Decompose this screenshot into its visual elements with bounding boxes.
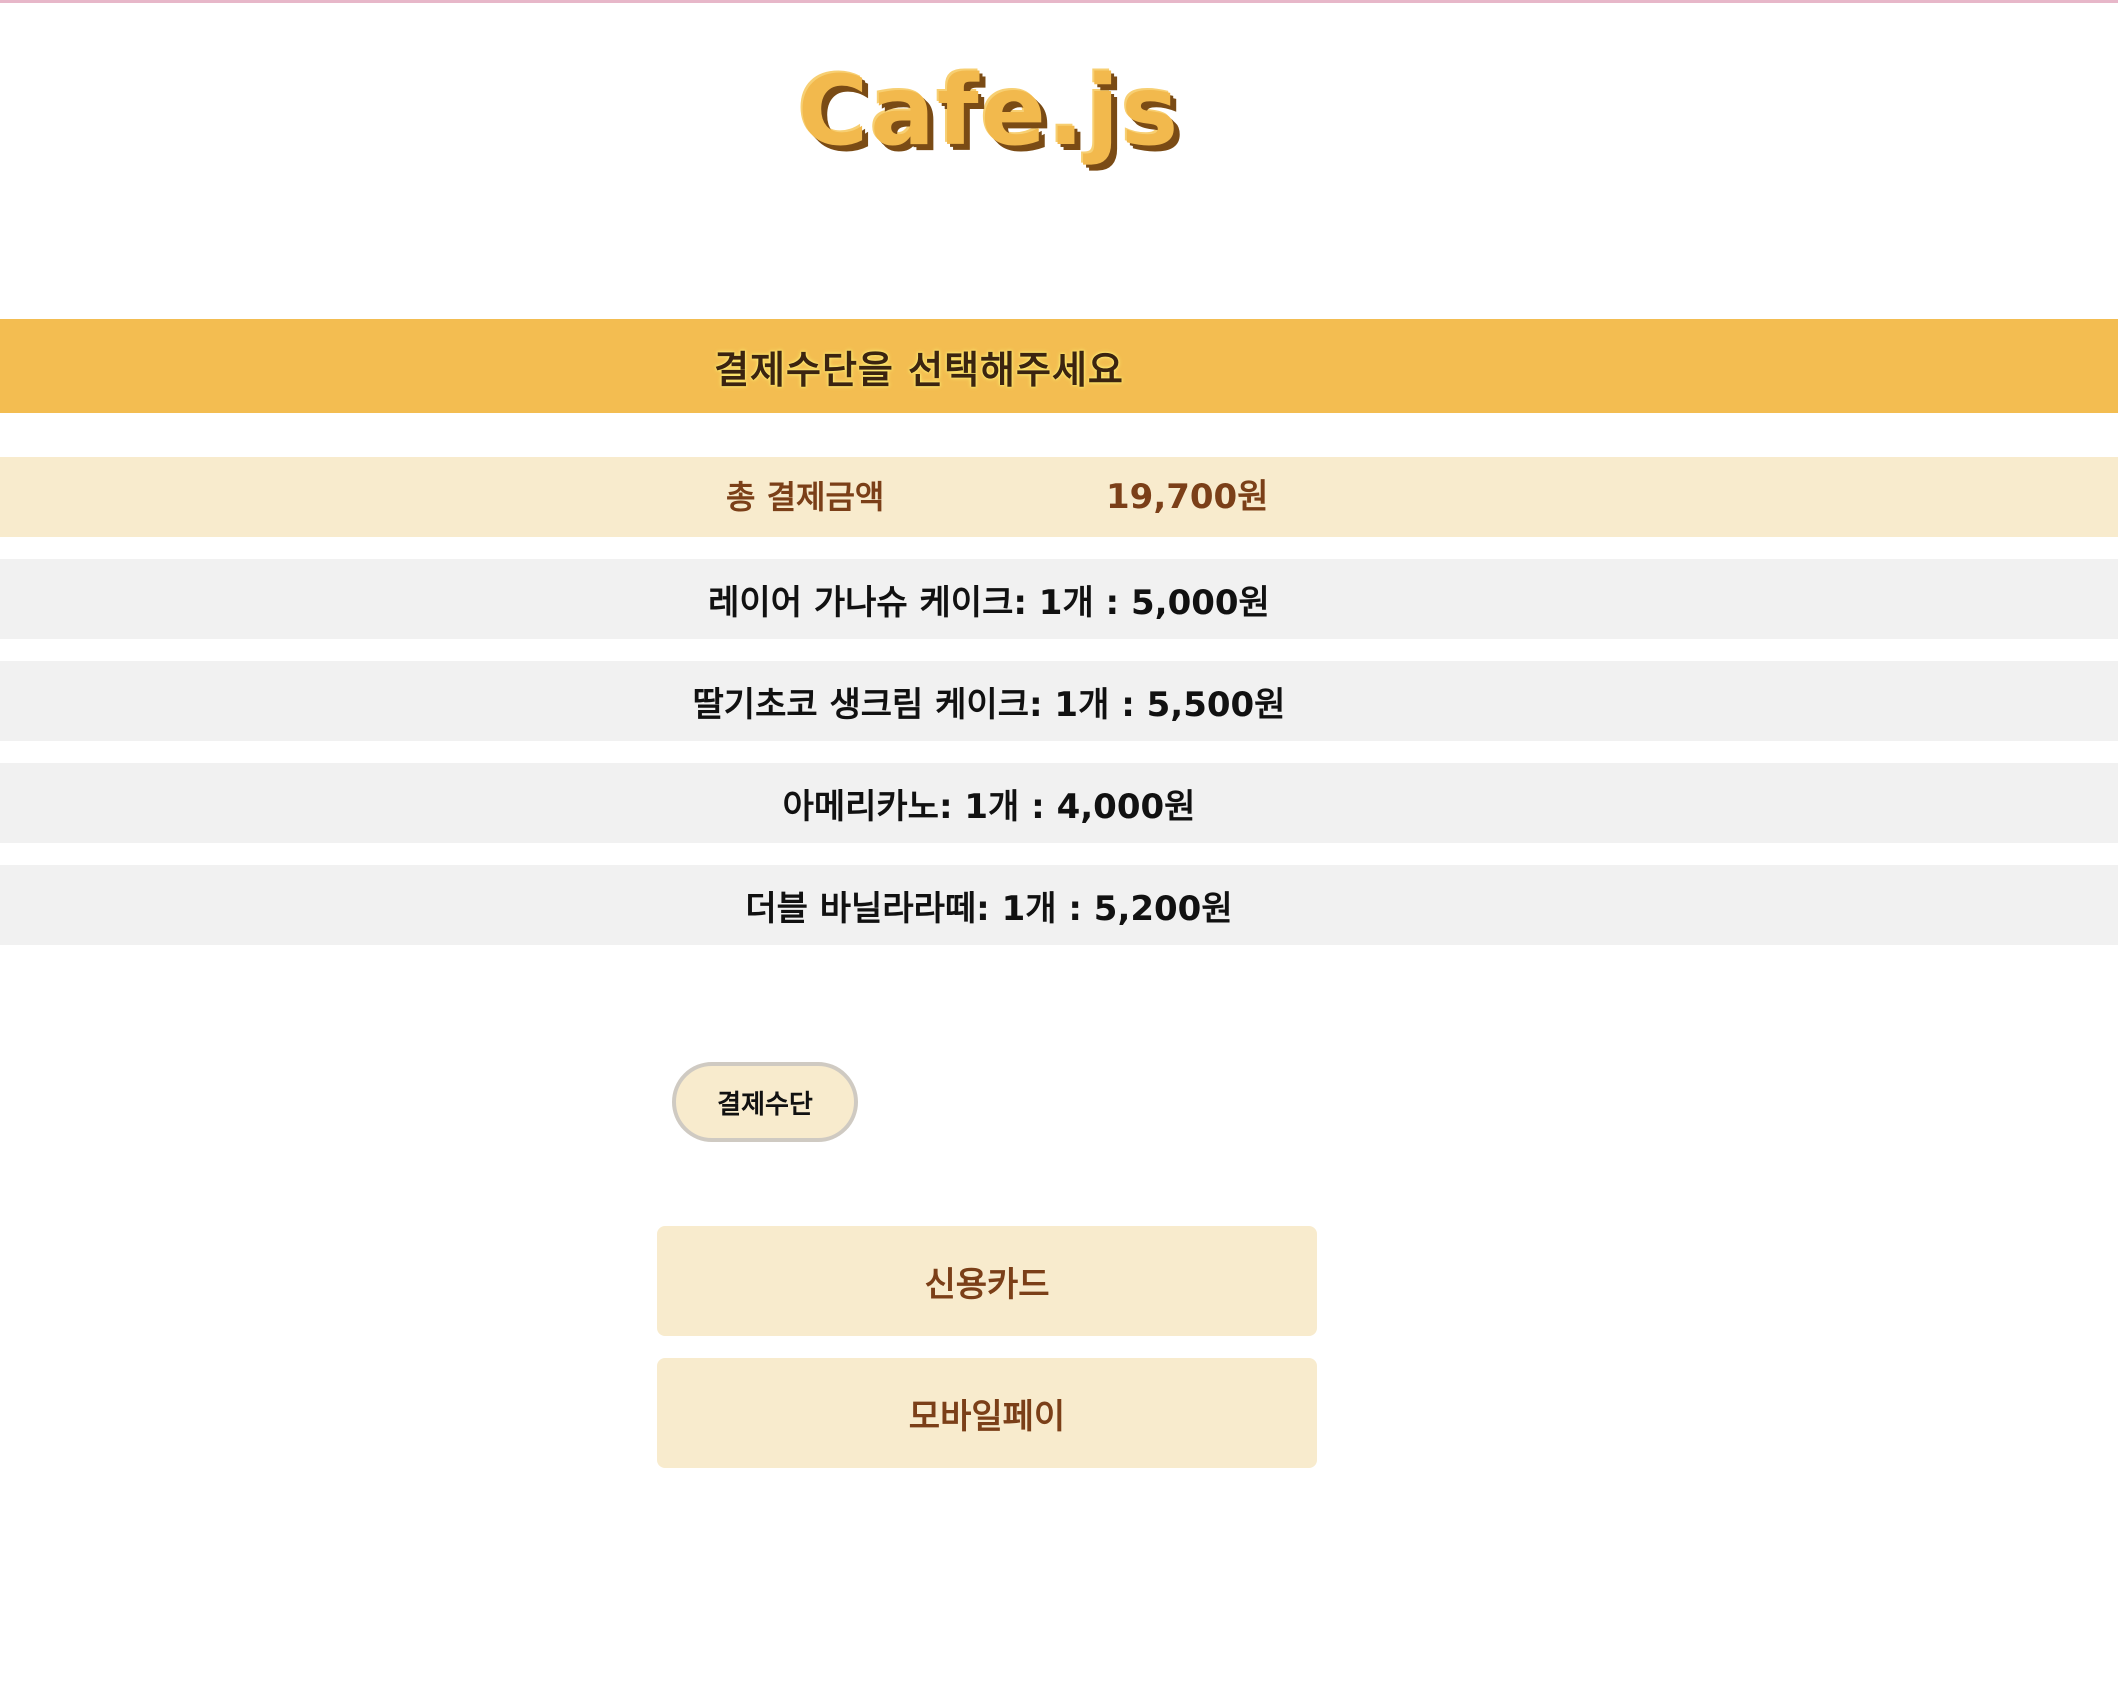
order-item-row: 더블 바닐라라떼: 1개 : 5,200원: [0, 865, 2118, 945]
mobile-pay-button[interactable]: 모바일페이: [657, 1358, 1317, 1468]
order-item-row: 딸기초코 생크림 케이크: 1개 : 5,500원: [0, 661, 2118, 741]
page-title: 결제수단을 선택해주세요: [714, 347, 1124, 392]
order-item-text: 아메리카노: 1개 : 4,000원: [782, 786, 1196, 827]
top-divider: [0, 0, 2118, 3]
total-amount-row: 총 결제금액 19,700원: [0, 457, 2118, 537]
header-bar: 결제수단을 선택해주세요: [0, 319, 2118, 413]
cafe-logo: Cafe.js: [797, 55, 1181, 167]
order-item-text: 더블 바닐라라떼: 1개 : 5,200원: [745, 888, 1233, 929]
payment-method-toggle-button[interactable]: 결제수단: [672, 1062, 858, 1142]
order-item-row: 레이어 가나슈 케이크: 1개 : 5,000원: [0, 559, 2118, 639]
total-amount-label: 총 결제금액: [726, 478, 885, 516]
total-amount-value: 19,700원: [1106, 477, 1269, 517]
credit-card-button[interactable]: 신용카드: [657, 1226, 1317, 1336]
order-item-text: 레이어 가나슈 케이크: 1개 : 5,000원: [708, 582, 1270, 623]
order-item-row: 아메리카노: 1개 : 4,000원: [0, 763, 2118, 843]
order-item-text: 딸기초코 생크림 케이크: 1개 : 5,500원: [692, 684, 1286, 725]
